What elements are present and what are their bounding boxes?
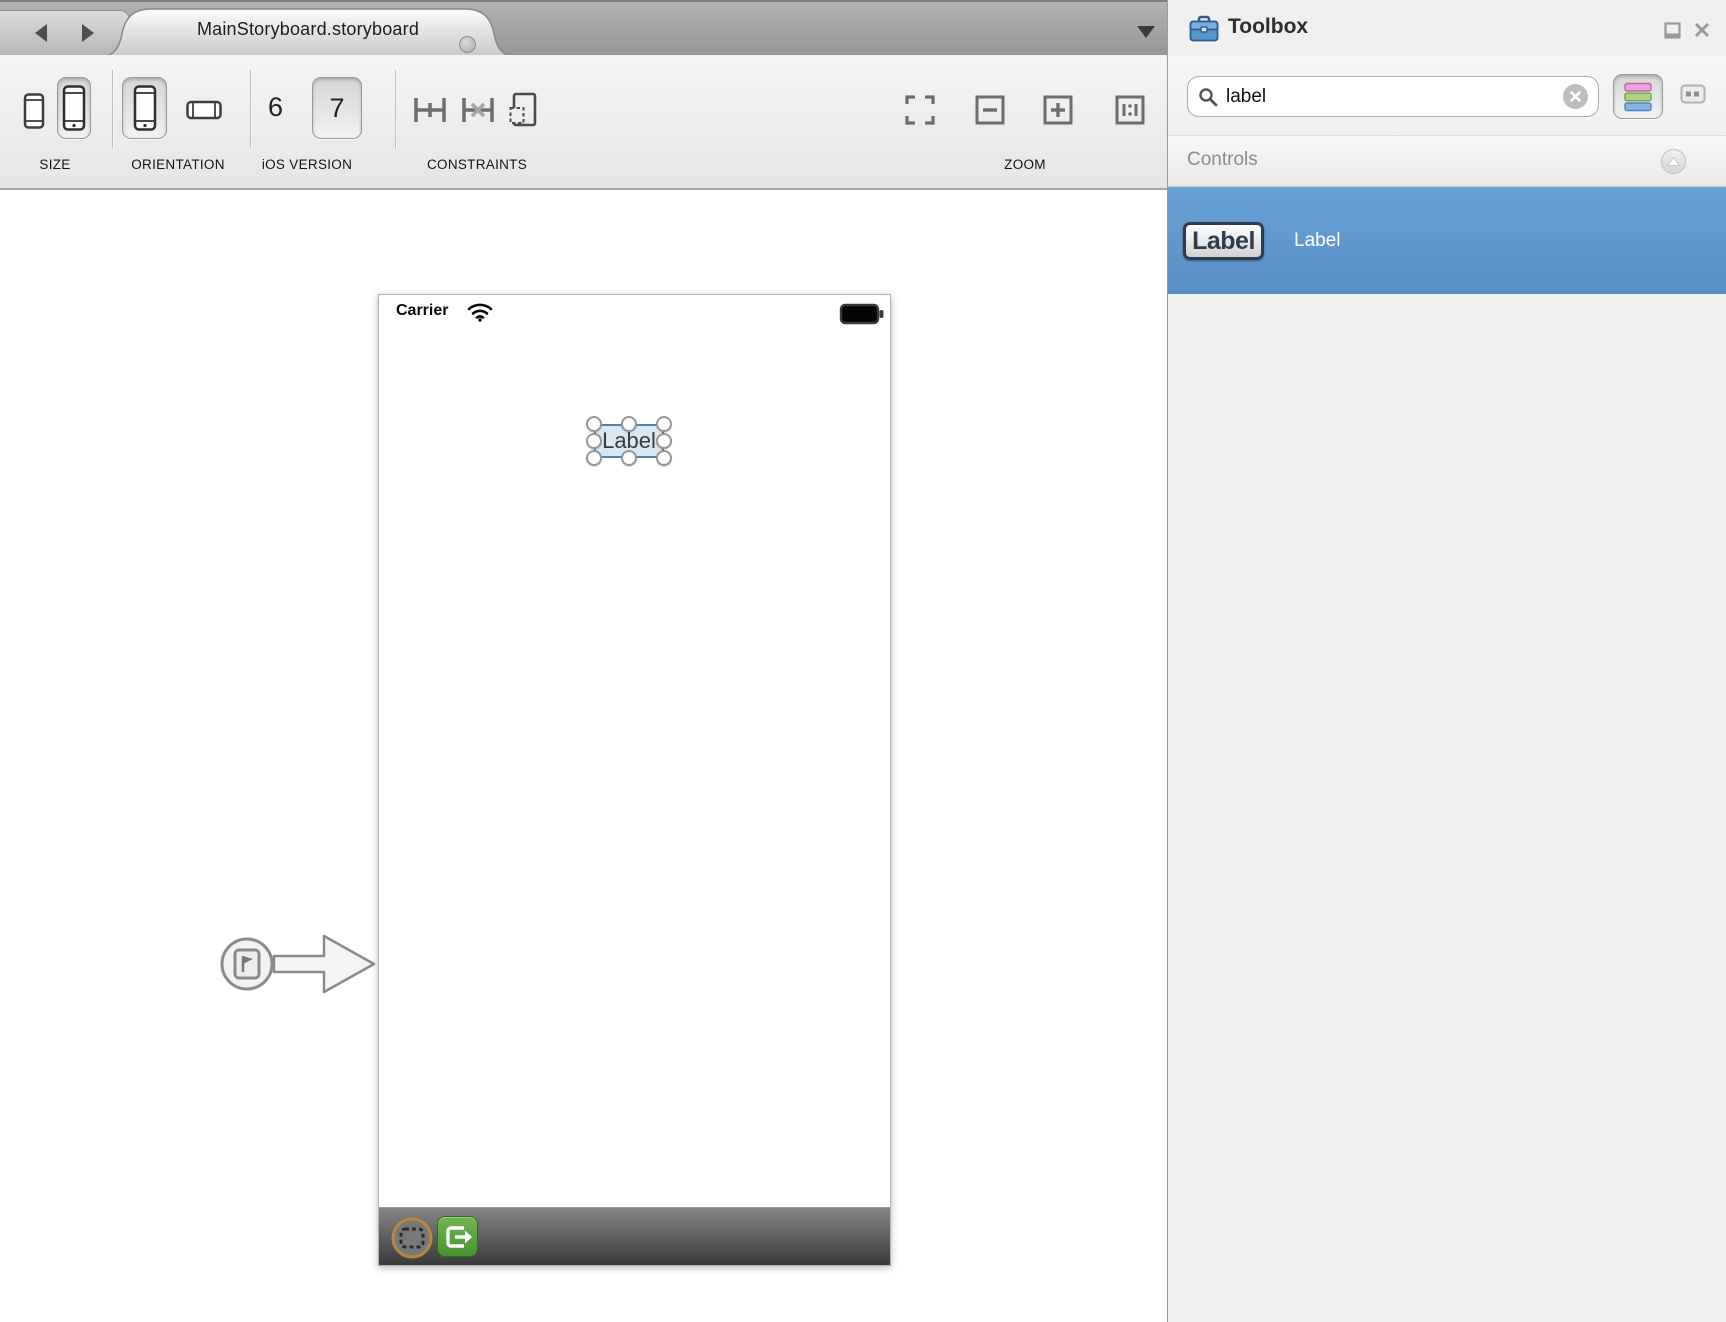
selection-handle[interactable] [621, 450, 637, 466]
toolbar-divider [250, 70, 251, 148]
add-constraint-button[interactable] [413, 95, 447, 125]
toolbar-divider [395, 70, 396, 148]
forward-icon [80, 23, 96, 43]
tab-mainstoryboard[interactable]: MainStoryboard.storyboard [98, 6, 518, 57]
dock-window-icon[interactable] [1664, 22, 1681, 39]
remove-constraint-icon [461, 95, 495, 125]
collapse-section-button[interactable] [1661, 149, 1686, 174]
ios-version-6-button[interactable]: 6 [268, 92, 283, 123]
zoom-group-label: ZOOM [1004, 157, 1046, 172]
exit-segue-button[interactable] [437, 1216, 478, 1257]
controls-section-header[interactable]: Controls [1168, 135, 1726, 187]
back-button[interactable] [31, 22, 51, 44]
selection-handle[interactable] [621, 416, 637, 432]
orientation-portrait-icon [132, 85, 158, 131]
size-phone-small-icon [22, 93, 46, 129]
designer-toolbar: SIZE ORIENTATION 6 7 iOS VERSION [0, 55, 1167, 190]
forward-button[interactable] [78, 22, 98, 44]
status-bar: Carrier [379, 295, 890, 329]
view-controller-canvas[interactable]: Carrier Label [378, 294, 891, 1266]
ios-version-group-label: iOS VERSION [262, 157, 352, 172]
size-phone-large-button[interactable] [57, 77, 91, 139]
selection-handle[interactable] [586, 450, 602, 466]
ios-version-7-button[interactable]: 7 [312, 77, 362, 139]
selection-handle[interactable] [656, 433, 672, 449]
size-group-label: SIZE [39, 157, 70, 172]
view-controller-bar [379, 1207, 890, 1265]
ios-version-7-label: 7 [329, 93, 344, 124]
toolbox-item-label[interactable]: Label Label [1168, 187, 1726, 294]
edit-mask-icon [508, 92, 538, 128]
entry-point-arrow[interactable] [218, 928, 378, 1000]
ios-designer-window: MainStoryboard.storyboard SIZE [0, 0, 1726, 1322]
label-control-icon: Label [1183, 222, 1264, 260]
search-icon [1198, 87, 1218, 107]
flag-document-icon [235, 950, 259, 978]
zoom-out-button[interactable] [975, 95, 1005, 125]
zoom-fit-icon [905, 95, 935, 125]
collapse-section-icon [1667, 157, 1680, 166]
zoom-out-icon [975, 95, 1005, 125]
selection-handle[interactable] [656, 416, 672, 432]
design-surface[interactable]: Carrier Label [0, 192, 1167, 1322]
view-outline-button[interactable] [390, 1216, 434, 1260]
zoom-fit-button[interactable] [905, 95, 935, 125]
category-view-icon [1623, 81, 1653, 113]
toolbox-title: Toolbox [1228, 15, 1308, 39]
zoom-actual-size-button[interactable] [1115, 95, 1145, 125]
orientation-portrait-button[interactable] [122, 77, 167, 139]
compact-view-button[interactable] [1680, 84, 1706, 104]
toolbox-search-row [1168, 56, 1726, 135]
toolbox-panel: Toolbox [1167, 0, 1726, 1322]
selection-handle[interactable] [586, 416, 602, 432]
toolbar-divider [112, 70, 113, 148]
category-view-button[interactable] [1613, 74, 1663, 119]
constraints-group-label: CONSTRAINTS [427, 157, 527, 172]
zoom-actual-size-icon [1115, 95, 1145, 125]
selection-handle[interactable] [656, 450, 672, 466]
tab-title: MainStoryboard.storyboard [98, 6, 518, 57]
controls-section-title: Controls [1187, 149, 1258, 171]
zoom-in-button[interactable] [1043, 95, 1073, 125]
toolbox-item-label-text: Label [1294, 230, 1341, 252]
size-phone-small-button[interactable] [22, 93, 46, 129]
canvas-label-control[interactable]: Label [594, 424, 664, 458]
size-phone-large-icon [61, 85, 87, 131]
clear-search-button[interactable] [1563, 84, 1588, 109]
search-input[interactable] [1226, 86, 1563, 108]
search-field[interactable] [1187, 76, 1599, 117]
zoom-in-icon [1043, 95, 1073, 125]
tab-modified-dot-icon [459, 36, 476, 53]
selection-handle[interactable] [586, 433, 602, 449]
tab-bar: MainStoryboard.storyboard [0, 0, 1167, 55]
battery-icon [839, 303, 885, 325]
toolbox-briefcase-icon [1188, 13, 1220, 45]
exit-segue-icon [443, 1222, 473, 1252]
label-control-icon-text: Label [1192, 227, 1255, 256]
edit-mask-button[interactable] [508, 92, 538, 128]
add-constraint-icon [413, 95, 447, 125]
orientation-landscape-icon [186, 99, 222, 121]
wifi-icon [467, 303, 493, 322]
tab-list-caret-icon[interactable] [1137, 26, 1155, 38]
orientation-landscape-button[interactable] [186, 99, 222, 121]
close-panel-icon[interactable] [1694, 22, 1710, 38]
remove-constraint-button[interactable] [461, 95, 495, 125]
orientation-group-label: ORIENTATION [131, 157, 225, 172]
carrier-label: Carrier [396, 302, 448, 320]
toolbox-header: Toolbox [1168, 0, 1726, 56]
clear-search-icon [1570, 91, 1581, 102]
back-icon [33, 23, 49, 43]
